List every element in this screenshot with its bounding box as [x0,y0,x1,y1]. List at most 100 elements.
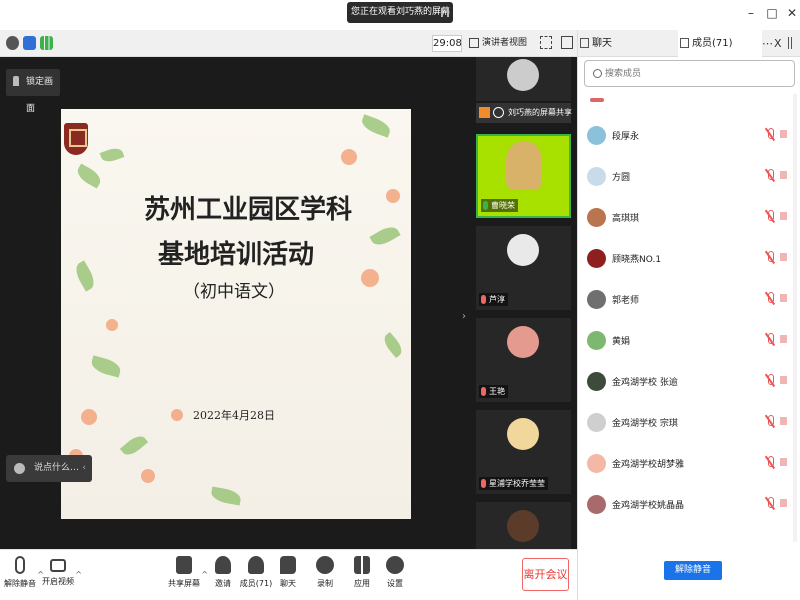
mic-muted-icon[interactable] [766,374,774,387]
member-row[interactable]: 金鸡湖学校姚晶晶 [578,487,800,528]
camera-off-icon[interactable] [780,171,787,179]
chevron-up-icon[interactable]: ^ [75,570,82,579]
members-icon [680,38,689,48]
viewing-screen-label: 您正在观看刘巧燕的屏幕 [351,7,451,17]
view-mode-dropdown[interactable]: 演讲者视图 ▾ [469,35,533,65]
record-button[interactable]: 录制 [305,556,345,589]
mic-muted-icon[interactable] [766,415,774,428]
quick-chat-input[interactable]: 说点什么… ‹ [6,455,92,482]
tab-chat[interactable]: 聊天 [578,30,678,57]
member-list: 段厚永 方圆 高琪琪 顾晓燕NO.1 郭老师 黄娟 金鸡湖学校 张逾 金鸡湖学校… [578,94,800,542]
video-tile[interactable] [476,502,571,549]
mic-muted-icon[interactable] [766,292,774,305]
maximize-button[interactable]: □ [764,6,780,20]
member-search-box[interactable] [584,60,795,87]
mic-muted-icon[interactable] [766,333,774,346]
member-row[interactable]: 高琪琪 [578,200,800,241]
shield-icon[interactable] [23,36,36,50]
unmute-all-button[interactable]: 解除静音 [664,561,722,580]
camera-off-icon[interactable] [780,294,787,302]
camera-off-icon[interactable] [780,212,787,220]
mic-muted-icon[interactable] [766,169,774,182]
video-tile[interactable]: 王艳 [476,318,571,402]
info-icon[interactable] [6,36,19,50]
quick-chat-placeholder: 说点什么… [34,463,80,473]
share-icon [479,107,490,118]
share-screen-button[interactable]: 共享屏幕 ^ [164,556,208,589]
member-row[interactable]: 顾晓燕NO.1 [578,241,800,282]
leaf-decoration [74,163,104,189]
avatar [587,413,606,432]
mic-muted-icon[interactable] [766,210,774,223]
minimize-button[interactable]: – [743,6,759,20]
leaf-decoration [99,145,125,165]
emoji-icon[interactable] [14,463,25,474]
member-row[interactable]: 金鸡湖学校 张逾 [578,364,800,405]
scroll-handle-icon[interactable] [788,37,792,49]
mic-muted-icon [493,107,504,118]
side-panel: 聊天 成员(71) ⋯ X 段厚永 方圆 [577,30,800,600]
member-list-scrollbar[interactable] [793,94,797,542]
leaf-decoration [380,331,406,359]
leave-meeting-button[interactable]: 离开会议 [522,558,569,591]
layout-icon[interactable] [561,36,573,49]
camera-off-icon[interactable] [780,335,787,343]
lock-view-label: 锁定画面 [26,77,54,114]
close-panel-button[interactable]: X [774,37,782,50]
avatar [507,418,539,450]
participant-name-tag: 星浦学校乔莹莹 [479,477,548,490]
add-user-icon [215,556,231,574]
meeting-timer: 29:08 [432,35,462,52]
avatar [590,98,604,102]
chat-button[interactable]: 聊天 [268,556,308,589]
expand-panel-arrow-icon[interactable]: › [462,311,466,322]
more-options-icon[interactable]: ⋯ [762,37,773,50]
leaf-decoration [359,114,393,138]
member-row[interactable]: 郭老师 [578,282,800,323]
settings-button[interactable]: 设置 [375,556,415,589]
collapse-arrow-icon[interactable]: ‹ [82,455,86,482]
member-row[interactable]: 金鸡湖学校 宗琪 [578,405,800,446]
unmute-button[interactable]: 解除静音 ^ [0,556,44,589]
member-name: 金鸡湖学校 张逾 [612,378,678,388]
tab-members[interactable]: 成员(71) [678,30,762,57]
video-tile-presenter[interactable] [476,57,571,101]
camera-off-icon[interactable] [780,130,787,138]
video-tile[interactable]: 星浦学校乔莹莹 [476,410,571,494]
member-row[interactable]: 段厚永 [578,118,800,159]
member-row[interactable]: 黄娟 [578,323,800,364]
participant-video [506,142,542,190]
video-tile[interactable]: 曹晓荣 [476,134,571,218]
avatar [587,208,606,227]
mic-muted-icon[interactable] [766,497,774,510]
flower-decoration [141,469,155,483]
mic-muted-icon[interactable] [766,456,774,469]
member-name: 金鸡湖学校姚晶晶 [612,501,685,511]
avatar [587,331,606,350]
member-row[interactable]: 方圆 [578,159,800,200]
camera-off-icon[interactable] [780,417,787,425]
mic-muted-icon[interactable] [766,128,774,141]
close-button[interactable]: ✕ [784,6,800,20]
screen-share-strip[interactable]: 刘巧燕的屏幕共享 [476,103,572,123]
video-tile[interactable]: 芦淳 [476,226,571,310]
camera-off-icon[interactable] [780,253,787,261]
avatar [587,167,606,186]
signal-icon[interactable] [40,36,53,50]
member-search-input[interactable] [605,65,785,83]
mic-muted-icon[interactable] [766,251,774,264]
lock-view-button[interactable]: 锁定画面 [6,69,60,114]
fullscreen-icon[interactable] [540,36,552,49]
camera-off-icon[interactable] [780,458,787,466]
camera-off-icon[interactable] [780,376,787,384]
camera-off-icon[interactable] [780,499,787,507]
screen-share-label: 刘巧燕的屏幕共享 [508,108,572,117]
flower-decoration [106,319,118,331]
start-video-button[interactable]: 开启视频 ^ [38,556,82,587]
pause-icon[interactable] [441,8,449,17]
mic-muted-icon [481,479,486,488]
member-name: 金鸡湖学校胡梦雅 [612,460,685,470]
mic-muted-icon [481,295,486,304]
viewing-screen-indicator[interactable]: 您正在观看刘巧燕的屏幕 [347,2,453,23]
member-row[interactable]: 金鸡湖学校胡梦雅 [578,446,800,487]
